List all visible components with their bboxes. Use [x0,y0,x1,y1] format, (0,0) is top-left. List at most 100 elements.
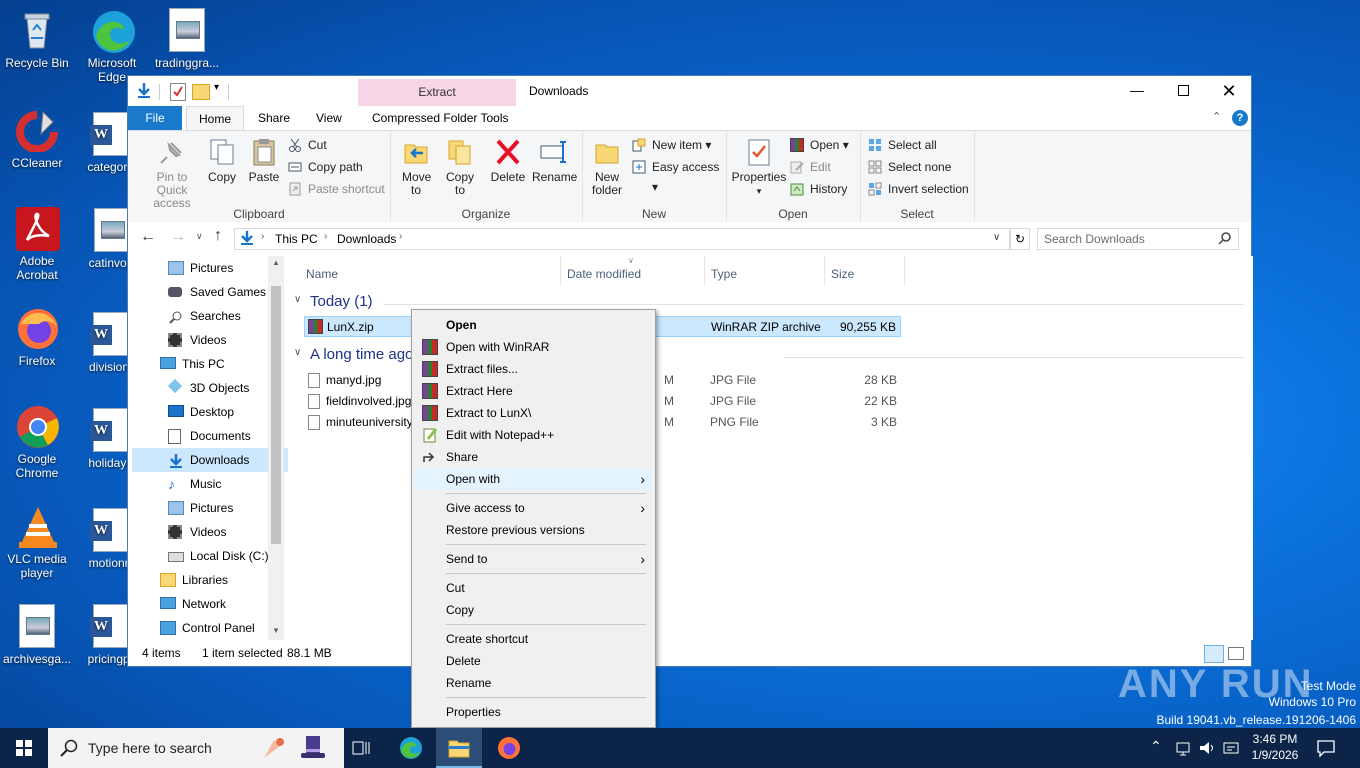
taskbar-file-explorer-button[interactable] [436,728,482,768]
taskbar-search-box[interactable]: Type here to search [48,728,344,768]
start-button[interactable] [0,728,48,768]
delete-button[interactable]: Delete [488,137,528,184]
tab-share[interactable]: Share [246,106,302,130]
clock[interactable]: 3:46 PM 1/9/2026 [1250,731,1300,763]
collapse-ribbon-icon[interactable]: ⌃ [1212,110,1221,123]
forward-button[interactable]: → [170,228,186,246]
nav-item-videos-pc[interactable]: Videos [166,520,226,544]
details-view-icon[interactable] [1204,645,1224,663]
menu-extract-here[interactable]: Extract Here [414,380,653,402]
menu-send-to[interactable]: Send to › [414,548,653,570]
new-folder-button[interactable]: New folder [586,137,628,197]
select-all-button[interactable]: Select all [868,135,937,155]
rename-button[interactable]: Rename [532,137,577,184]
tab-view[interactable]: View [304,106,354,130]
select-none-button[interactable]: Select none [868,157,951,177]
menu-edit-with-notepadpp[interactable]: Edit with Notepad++ [414,424,653,446]
address-dropdown-icon[interactable]: ∨ [993,232,1000,243]
nav-item-downloads[interactable]: Downloads [132,448,288,472]
menu-copy[interactable]: Copy [414,599,653,621]
nav-item-documents[interactable]: Documents [166,424,251,448]
address-box[interactable]: › This PC › Downloads › ∨ [234,228,1010,250]
menu-extract-to-lunx[interactable]: Extract to LunX\ [414,402,653,424]
move-to-button[interactable]: Move to [396,137,436,197]
group-header-long-ago[interactable]: A long time ago [310,346,413,363]
menu-restore-previous-versions[interactable]: Restore previous versions [414,519,653,541]
search-box[interactable]: Search Downloads [1037,228,1239,250]
large-icons-view-icon[interactable] [1228,647,1244,660]
nav-item-videos[interactable]: Videos [166,328,226,352]
paste-shortcut-button[interactable]: Paste shortcut [288,179,385,199]
menu-give-access-to[interactable]: Give access to › [414,497,653,519]
menu-rename[interactable]: Rename [414,672,653,694]
desktop-icon-archivesga[interactable]: archivesga... [0,604,74,666]
desktop-icon-acrobat[interactable]: Adobe Acrobat [0,206,74,282]
nav-item-pictures[interactable]: Pictures [166,256,233,280]
breadcrumb-this-pc[interactable]: This PC [275,232,318,246]
desktop-icon-vlc[interactable]: VLC media player [0,504,74,580]
maximize-button[interactable] [1160,76,1206,106]
taskbar-firefox-button[interactable] [492,728,526,768]
downloads-quick-icon[interactable] [136,82,152,100]
menu-open-with[interactable]: Open with › [414,468,653,490]
nav-item-local-disk[interactable]: Local Disk (C:) [166,544,269,568]
menu-cut[interactable]: Cut [414,577,653,599]
nav-item-network[interactable]: Network [158,592,226,616]
help-icon[interactable]: ? [1232,110,1248,126]
column-header-size[interactable]: Size [831,262,854,286]
copy-to-button[interactable]: Copy to [440,137,480,197]
desktop-icon-edge[interactable]: Microsoft Edge [75,8,149,84]
nav-item-pictures-pc[interactable]: Pictures [166,496,233,520]
back-button[interactable]: ← [140,228,156,246]
column-header-type[interactable]: Type [711,262,737,286]
volume-tray-icon[interactable] [1198,739,1216,760]
recent-locations-button[interactable]: ∨ [196,231,203,242]
nav-item-control-panel[interactable]: Control Panel [158,616,255,640]
task-view-button[interactable] [344,728,378,768]
nav-item-libraries[interactable]: Libraries [158,568,228,592]
action-center-button[interactable] [1316,738,1336,761]
taskbar-search-input[interactable]: Type here to search [88,740,212,756]
refresh-button[interactable]: ↻ [1010,228,1030,250]
menu-open-with-winrar[interactable]: Open with WinRAR [414,336,653,358]
invert-selection-button[interactable]: Invert selection [868,179,969,199]
desktop-icon-firefox[interactable]: Firefox [0,306,74,368]
menu-delete[interactable]: Delete [414,650,653,672]
menu-open[interactable]: Open [414,314,653,336]
new-item-button[interactable]: New item ▾ [632,135,711,155]
nav-scrollbar[interactable]: ▲ ▼ [268,256,284,640]
tab-compressed-folder-tools[interactable]: Compressed Folder Tools [360,106,521,130]
network-tray-icon[interactable] [1174,739,1192,760]
nav-item-saved-games[interactable]: Saved Games [166,280,266,304]
cut-button[interactable]: Cut [288,135,327,155]
tab-home[interactable]: Home [186,106,245,130]
desktop-icon-chrome[interactable]: Google Chrome [0,404,74,480]
properties-quick-icon[interactable] [170,83,186,101]
desktop-icon-recycle-bin[interactable]: Recycle Bin [0,8,74,70]
group-collapse-icon[interactable]: ∨ [294,347,301,358]
copy-button[interactable]: Copy [204,137,240,184]
nav-item-searches[interactable]: Searches [166,304,241,328]
new-folder-quick-icon[interactable] [192,84,210,100]
copy-path-button[interactable]: Copy path [288,157,363,177]
properties-button[interactable]: Properties ▾ [730,137,788,198]
pin-quick-access-button[interactable]: Pin to Quick access [134,137,210,210]
group-collapse-icon[interactable]: ∨ [294,294,301,305]
menu-properties[interactable]: Properties [414,701,653,723]
edit-button[interactable]: Edit [790,157,831,177]
show-hidden-icons-button[interactable]: ⌃ [1150,738,1162,755]
nav-item-this-pc[interactable]: This PC [158,352,225,376]
menu-create-shortcut[interactable]: Create shortcut [414,628,653,650]
up-button[interactable]: ↑ [214,227,222,245]
ime-tray-icon[interactable] [1222,739,1240,760]
desktop-icon-tradinggra[interactable]: tradinggra... [150,8,224,70]
group-header-today[interactable]: Today (1) [310,293,373,310]
column-header-date[interactable]: Date modified [567,262,641,286]
close-button[interactable]: ✕ [1206,76,1252,106]
minimize-button[interactable]: — [1114,76,1160,106]
breadcrumb-downloads[interactable]: Downloads [337,232,396,246]
paste-button[interactable]: Paste [246,137,282,184]
nav-item-3d-objects[interactable]: 3D Objects [166,376,249,400]
desktop-icon-ccleaner[interactable]: CCleaner [0,108,74,170]
customize-quick-access-icon[interactable]: ▾ [214,82,219,93]
